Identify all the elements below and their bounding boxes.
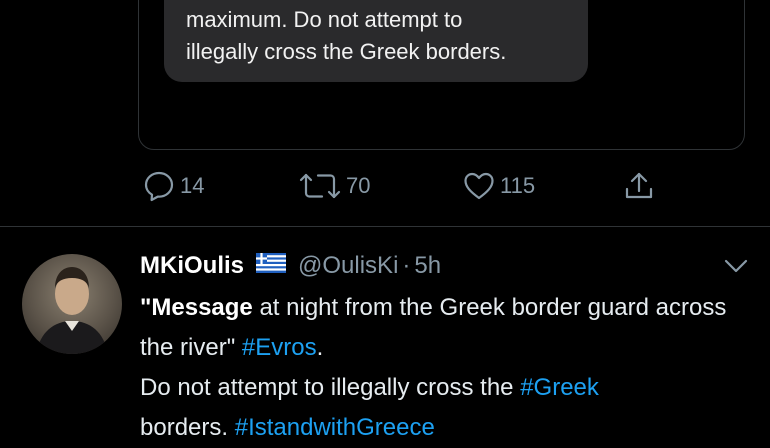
message-line: illegally cross the Greek borders. (186, 39, 507, 64)
tweet-text: "Message at night from the Greek border … (140, 288, 760, 448)
reply-count: 14 (180, 173, 205, 198)
text-segment: . (316, 334, 324, 361)
share-button[interactable] (622, 168, 656, 204)
separator-dot: · (402, 252, 411, 279)
text-segment: Do not attempt to illegally cross the (140, 374, 521, 401)
like-button[interactable]: 115 (462, 168, 535, 204)
hashtag-greek[interactable]: #Greek (520, 374, 599, 401)
retweet-button[interactable]: 70 (298, 168, 370, 204)
user-handle[interactable]: @OulisKi (298, 250, 398, 282)
tweet-header: MKiOulis @OulisKi · 5h (140, 250, 441, 282)
hashtag-istandwithgreece[interactable]: #IstandwithGreece (235, 414, 435, 441)
retweet-count: 70 (346, 173, 371, 198)
text-bold: "Message (140, 294, 253, 321)
message-text: maximum. Do not attempt to illegally cro… (186, 4, 586, 68)
reply-icon (142, 169, 176, 203)
text-segment: borders. (140, 414, 235, 441)
greece-flag-icon (256, 250, 287, 282)
message-line: maximum. Do not attempt to (186, 7, 463, 32)
display-name[interactable]: MKiOulis (140, 250, 244, 282)
reply-button[interactable]: 14 (142, 168, 204, 204)
share-icon (622, 169, 656, 203)
avatar[interactable] (22, 254, 122, 354)
retweet-icon (298, 169, 342, 203)
timestamp[interactable]: 5h (414, 250, 441, 282)
like-count: 115 (500, 173, 536, 198)
hashtag-evros[interactable]: #Evros (242, 334, 317, 361)
chevron-down-icon[interactable] (722, 256, 750, 281)
heart-icon (462, 169, 496, 203)
tweet-divider (0, 226, 770, 227)
